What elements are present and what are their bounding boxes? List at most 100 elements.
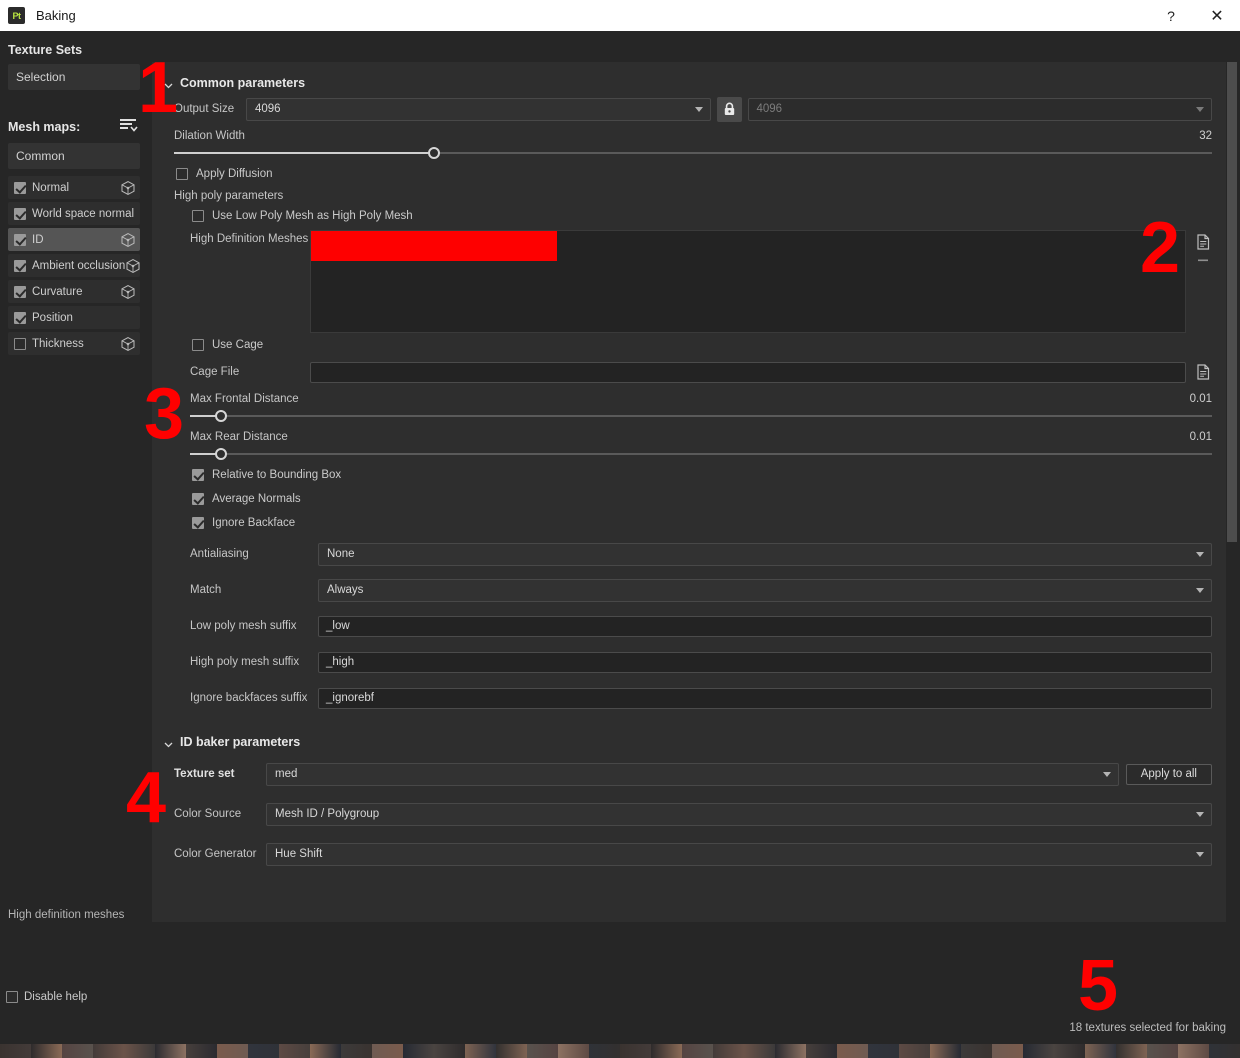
baking-dialog: Pt Baking ? ✕ Texture Sets Selection Mes… [0, 0, 1240, 1058]
apply-to-all-button[interactable]: Apply to all [1125, 763, 1212, 785]
mesh-map-checkbox[interactable] [14, 233, 26, 246]
use-cage-checkbox[interactable] [192, 339, 204, 351]
average-normals-row[interactable]: Average Normals [168, 487, 1226, 511]
mesh-map-checkbox[interactable] [14, 259, 26, 272]
filter-list-icon[interactable] [120, 118, 138, 135]
apply-diffusion-row[interactable]: Apply Diffusion [152, 162, 1226, 186]
chevron-down-icon [694, 107, 703, 112]
max-frontal-distance-slider[interactable] [190, 409, 1212, 423]
thumbnail [434, 1044, 465, 1058]
high-poly-suffix-row: High poly mesh suffix _high [168, 647, 1226, 677]
background-thumbnail-strip [0, 1044, 1240, 1058]
ignore-backface-checkbox[interactable] [192, 517, 204, 529]
texture-set-value: med [275, 768, 298, 780]
mesh-map-label: Position [32, 311, 73, 324]
annotation-number-4: 4 [126, 758, 167, 838]
sidebar: Texture Sets Selection Mesh maps: Common… [0, 31, 148, 1058]
mesh-map-checkbox[interactable] [14, 181, 26, 194]
thumbnail [155, 1044, 186, 1058]
high-definition-meshes-label: High Definition Meshes [190, 233, 309, 245]
slider-handle[interactable] [427, 147, 440, 159]
thumbnail [744, 1044, 775, 1058]
max-rear-distance-row: Max Rear Distance 0.01 [168, 425, 1226, 463]
mesh-map-label: ID [32, 233, 44, 246]
disable-help-checkbox[interactable] [6, 991, 18, 1003]
mesh-map-item-thickness[interactable]: Thickness [8, 332, 140, 355]
disable-help-label: Disable help [24, 991, 88, 1003]
slider-track [190, 453, 1212, 455]
browse-file-icon[interactable] [1194, 364, 1212, 380]
mesh-maps-common-item[interactable]: Common [8, 143, 140, 169]
antialiasing-row: Antialiasing None [168, 539, 1226, 569]
mesh-map-item-ambient-occlusion[interactable]: Ambient occlusion [8, 254, 140, 277]
match-select[interactable]: Always [318, 578, 1212, 602]
mesh-map-item-normal[interactable]: Normal [8, 176, 140, 199]
title-bar: Pt Baking ? ✕ [0, 0, 1240, 31]
high-definition-meshes-list[interactable] [310, 230, 1186, 333]
antialiasing-select[interactable]: None [318, 542, 1212, 566]
high-poly-parameters-label: High poly parameters [174, 190, 284, 202]
chevron-down-icon [1196, 852, 1204, 857]
use-cage-row[interactable]: Use Cage [168, 333, 1226, 357]
add-file-icon[interactable] [1194, 234, 1212, 250]
remove-file-icon[interactable] [1194, 257, 1212, 263]
thumbnail [775, 1044, 806, 1058]
slider-track [190, 415, 1212, 417]
id-baker-section-header[interactable]: ID baker parameters [152, 713, 1226, 753]
max-rear-distance-slider[interactable] [190, 447, 1212, 461]
mesh-map-label: World space normal [32, 207, 135, 220]
window-title: Baking [36, 8, 76, 23]
mesh-map-item-id[interactable]: ID [8, 228, 140, 251]
mesh-map-checkbox[interactable] [14, 337, 26, 350]
apply-diffusion-checkbox[interactable] [176, 168, 188, 180]
color-source-row: Color Source Mesh ID / Polygroup [152, 799, 1226, 829]
common-parameters-section-header[interactable]: Common parameters [152, 62, 1226, 94]
mesh-map-label: Thickness [32, 337, 84, 350]
mesh-map-item-world-space-normal[interactable]: World space normal [8, 202, 140, 225]
mesh-map-checkbox[interactable] [14, 311, 26, 324]
mesh-map-checkbox[interactable] [14, 207, 26, 220]
thumbnail [961, 1044, 992, 1058]
color-source-select[interactable]: Mesh ID / Polygroup [266, 802, 1212, 826]
help-button[interactable]: ? [1148, 0, 1194, 31]
mesh-maps-list: Normal World space normal ID Ambient occlus… [0, 176, 148, 355]
average-normals-checkbox[interactable] [192, 493, 204, 505]
lock-icon[interactable] [716, 96, 742, 122]
texture-set-row: Texture set med Apply to all [152, 759, 1226, 789]
main-scrollbar[interactable] [1226, 62, 1237, 922]
slider-handle[interactable] [214, 448, 227, 460]
disable-help-row[interactable]: Disable help [6, 991, 87, 1003]
color-generator-select[interactable]: Hue Shift [266, 842, 1212, 866]
max-frontal-distance-label: Max Frontal Distance [190, 393, 299, 405]
thumbnail [837, 1044, 868, 1058]
use-low-poly-row[interactable]: Use Low Poly Mesh as High Poly Mesh [168, 204, 1226, 228]
mesh-map-checkbox[interactable] [14, 285, 26, 298]
low-poly-suffix-input[interactable]: _low [318, 615, 1212, 637]
thumbnail [248, 1044, 279, 1058]
thumbnail [527, 1044, 558, 1058]
use-low-poly-checkbox[interactable] [192, 210, 204, 222]
mesh-map-item-position[interactable]: Position [8, 306, 140, 329]
slider-handle[interactable] [214, 410, 227, 422]
texture-set-selection-item[interactable]: Selection [8, 64, 140, 90]
thumbnail [558, 1044, 589, 1058]
dilation-width-slider[interactable] [174, 146, 1212, 160]
ignore-backface-row[interactable]: Ignore Backface [168, 511, 1226, 535]
output-size-select[interactable]: 4096 [246, 97, 711, 121]
chevron-down-icon [164, 738, 173, 747]
relative-bounding-box-checkbox[interactable] [192, 469, 204, 481]
ignore-backfaces-suffix-input[interactable]: _ignorebf [318, 687, 1212, 709]
chevron-down-icon [1196, 107, 1204, 112]
high-poly-suffix-input[interactable]: _high [318, 651, 1212, 673]
thumbnail [124, 1044, 155, 1058]
antialiasing-label: Antialiasing [190, 548, 249, 560]
mesh-map-item-curvature[interactable]: Curvature [8, 280, 140, 303]
texture-set-select[interactable]: med [266, 762, 1119, 786]
cage-file-input[interactable] [310, 361, 1186, 383]
annotation-number-5: 5 [1078, 946, 1119, 1026]
dilation-width-label: Dilation Width [174, 130, 245, 142]
close-icon[interactable]: ✕ [1194, 0, 1240, 31]
relative-bounding-box-row[interactable]: Relative to Bounding Box [168, 463, 1226, 487]
low-poly-suffix-row: Low poly mesh suffix _low [168, 611, 1226, 641]
scrollbar-thumb[interactable] [1227, 62, 1237, 542]
